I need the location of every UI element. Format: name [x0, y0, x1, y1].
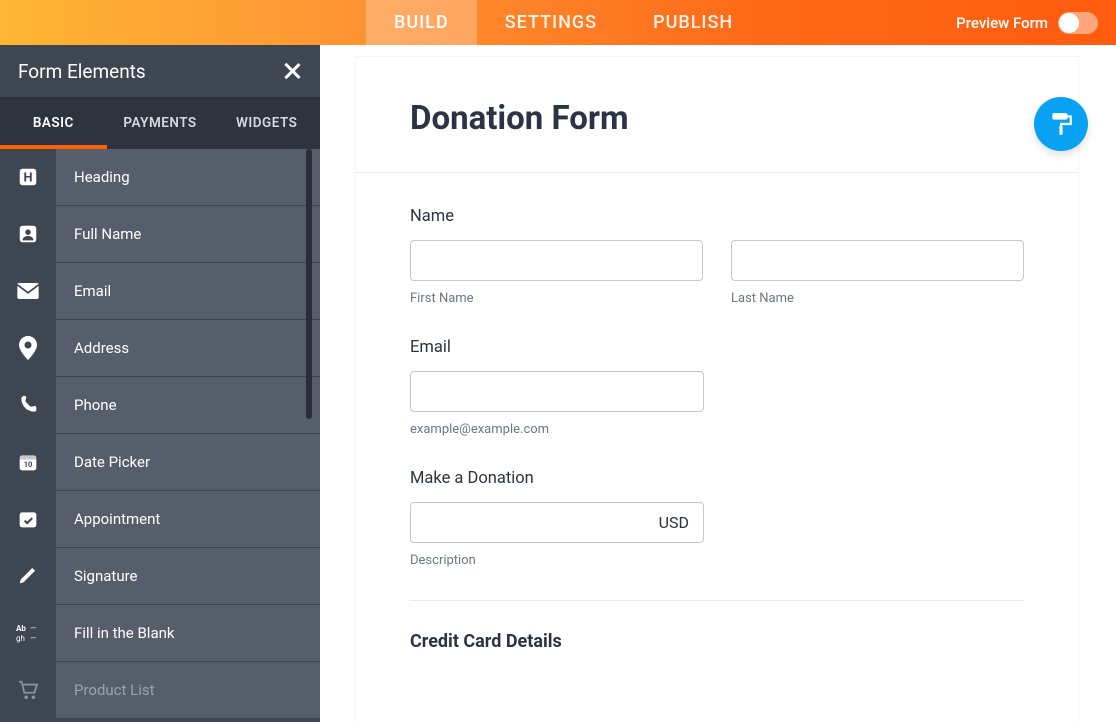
topbar-spacer: [0, 0, 366, 45]
close-icon[interactable]: [280, 59, 304, 83]
donation-input-wrap: USD: [410, 502, 704, 543]
svg-text:Ab: Ab: [16, 624, 26, 633]
element-appointment[interactable]: Appointment: [0, 491, 320, 548]
element-label: Fill in the Blank: [56, 624, 175, 642]
paint-roller-icon: [1048, 111, 1074, 137]
last-name-sublabel: Last Name: [731, 291, 1024, 306]
preview-form-label: Preview Form: [956, 14, 1048, 32]
topbar-right: Preview Form: [956, 0, 1116, 45]
element-label: Email: [56, 282, 111, 300]
appointment-icon: [0, 491, 56, 548]
element-list: H Heading Full Name Email: [0, 149, 320, 722]
element-productlist[interactable]: Product List: [0, 662, 320, 719]
email-label: Email: [410, 338, 1024, 357]
donation-amount-input[interactable]: [411, 503, 645, 542]
form-canvas: Donation Form Name First Name Last Name: [320, 45, 1116, 722]
donation-currency: USD: [645, 513, 703, 532]
sidebar-tab-label: BASIC: [33, 115, 74, 131]
element-label: Appointment: [56, 510, 160, 528]
name-field: Name First Name Last Name: [410, 207, 1024, 306]
element-label: Signature: [56, 567, 138, 585]
svg-text:H: H: [23, 171, 32, 186]
email-hint: example@example.com: [410, 422, 1024, 437]
email-icon: [0, 263, 56, 320]
design-fab-button[interactable]: [1034, 97, 1088, 151]
topbar: BUILD SETTINGS PUBLISH Preview Form: [0, 0, 1116, 45]
signature-icon: [0, 548, 56, 605]
first-name-sublabel: First Name: [410, 291, 703, 306]
last-name-input[interactable]: [731, 240, 1024, 281]
tab-label: PUBLISH: [653, 12, 733, 33]
tab-publish[interactable]: PUBLISH: [625, 0, 761, 45]
tab-label: SETTINGS: [505, 12, 597, 33]
preview-toggle[interactable]: [1058, 12, 1098, 34]
cart-icon: [0, 662, 56, 719]
element-label: Address: [56, 339, 129, 357]
name-label: Name: [410, 207, 1024, 226]
cc-section: Credit Card Details: [410, 600, 1024, 652]
element-heading[interactable]: H Heading: [0, 149, 320, 206]
tab-settings[interactable]: SETTINGS: [477, 0, 625, 45]
svg-text:gh: gh: [16, 634, 25, 643]
person-icon: [0, 206, 56, 263]
first-name-input[interactable]: [410, 240, 703, 281]
sidebar-title: Form Elements: [18, 60, 146, 83]
donation-field: Make a Donation USD Description: [410, 469, 1024, 568]
element-label: Phone: [56, 396, 117, 414]
email-input[interactable]: [410, 371, 704, 412]
donation-label: Make a Donation: [410, 469, 1024, 488]
address-icon: [0, 320, 56, 377]
sidebar-tab-label: PAYMENTS: [123, 115, 196, 131]
heading-icon: H: [0, 149, 56, 206]
form-title: Donation Form: [356, 57, 1078, 173]
sidebar-tabs: BASIC PAYMENTS WIDGETS: [0, 97, 320, 149]
sidebar-scrollbar[interactable]: [306, 149, 312, 419]
element-label: Product List: [56, 681, 155, 699]
sidebar-tab-payments[interactable]: PAYMENTS: [107, 97, 214, 149]
tab-build[interactable]: BUILD: [366, 0, 477, 45]
svg-text:10: 10: [24, 460, 33, 469]
sidebar-tab-basic[interactable]: BASIC: [0, 97, 107, 149]
element-signature[interactable]: Signature: [0, 548, 320, 605]
element-phone[interactable]: Phone: [0, 377, 320, 434]
element-label: Date Picker: [56, 453, 150, 471]
cc-section-title: Credit Card Details: [410, 631, 1024, 652]
sidebar-header: Form Elements: [0, 45, 320, 97]
topbar-tabs: BUILD SETTINGS PUBLISH: [366, 0, 761, 45]
element-fullname[interactable]: Full Name: [0, 206, 320, 263]
element-label: Full Name: [56, 225, 141, 243]
date-icon: 10: [0, 434, 56, 491]
form-card: Donation Form Name First Name Last Name: [356, 57, 1078, 722]
sidebar-tab-widgets[interactable]: WIDGETS: [213, 97, 320, 149]
element-label: Heading: [56, 168, 130, 186]
phone-icon: [0, 377, 56, 434]
svg-text:—: —: [30, 634, 36, 643]
sidebar: Form Elements BASIC PAYMENTS WIDGETS H H…: [0, 45, 320, 722]
svg-text:—: —: [30, 624, 36, 633]
fillblank-icon: Ab — gh —: [0, 605, 56, 662]
donation-sublabel: Description: [410, 553, 1024, 568]
element-email[interactable]: Email: [0, 263, 320, 320]
element-address[interactable]: Address: [0, 320, 320, 377]
element-fillblank[interactable]: Ab — gh — Fill in the Blank: [0, 605, 320, 662]
sidebar-tab-label: WIDGETS: [236, 115, 297, 131]
tab-label: BUILD: [394, 12, 449, 33]
email-field: Email example@example.com: [410, 338, 1024, 437]
element-datepicker[interactable]: 10 Date Picker: [0, 434, 320, 491]
